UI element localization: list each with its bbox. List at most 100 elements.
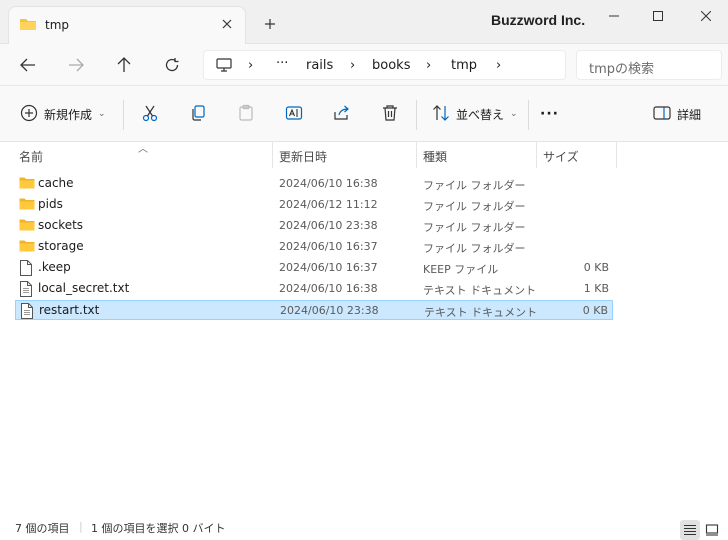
delete-button[interactable] bbox=[381, 102, 399, 126]
more-icon: ··· bbox=[540, 106, 559, 122]
file-name: pids bbox=[38, 197, 63, 211]
scissors-icon bbox=[141, 104, 159, 125]
cut-button[interactable] bbox=[141, 102, 159, 126]
share-button[interactable] bbox=[333, 102, 351, 126]
details-view-button[interactable] bbox=[680, 520, 700, 540]
close-tab-icon[interactable] bbox=[219, 16, 235, 32]
close-window-button[interactable] bbox=[696, 6, 716, 26]
minimize-button[interactable] bbox=[604, 6, 624, 26]
details-pane-button[interactable]: 詳細 bbox=[653, 102, 701, 126]
file-row[interactable]: local_secret.txt 2024/06/10 16:38 テキスト ドキュ… bbox=[15, 279, 613, 299]
tiles-view-button[interactable] bbox=[702, 520, 722, 540]
details-pane-icon bbox=[653, 105, 671, 123]
rename-button[interactable] bbox=[285, 102, 303, 126]
file-row[interactable]: restart.txt 2024/06/10 23:38 テキスト ドキュメント 0 … bbox=[15, 300, 613, 320]
file-icon bbox=[19, 260, 33, 279]
new-button-label: 新規作成 bbox=[44, 107, 93, 122]
file-date: 2024/06/10 16:38 bbox=[279, 282, 378, 295]
plus-circle-icon bbox=[20, 104, 38, 125]
toolbar-divider bbox=[528, 100, 529, 130]
command-bar: 新規作成 ⌄ 並べ替え ⌄ ··· 詳細 bbox=[0, 86, 728, 142]
file-type: テキスト ドキュメント bbox=[423, 284, 537, 297]
sort-button-label: 並べ替え bbox=[456, 107, 505, 122]
file-name: .keep bbox=[38, 260, 71, 274]
paste-button[interactable] bbox=[237, 102, 255, 126]
more-options-button[interactable]: ··· bbox=[540, 102, 559, 126]
file-date: 2024/06/12 11:12 bbox=[279, 198, 378, 211]
computer-icon bbox=[216, 58, 232, 75]
chevron-right-icon: › bbox=[248, 58, 254, 73]
toolbar-divider bbox=[123, 100, 124, 130]
toolbar-divider bbox=[416, 100, 417, 130]
folder-icon bbox=[19, 176, 35, 193]
file-date: 2024/06/10 16:37 bbox=[279, 240, 378, 253]
tab-tmp[interactable]: tmp bbox=[8, 6, 246, 44]
maximize-button[interactable] bbox=[648, 6, 668, 26]
status-divider: | bbox=[79, 520, 83, 533]
details-label: 詳細 bbox=[677, 107, 702, 122]
rename-icon bbox=[285, 104, 303, 125]
file-row[interactable]: pids 2024/06/12 11:12 ファイル フォルダー bbox=[15, 195, 613, 215]
refresh-button[interactable] bbox=[160, 53, 184, 77]
selection-info: 1 個の項目を選択 0 バイト bbox=[91, 522, 226, 535]
status-bar: 7 個の項目 | 1 個の項目を選択 0 バイト bbox=[0, 512, 728, 540]
clipboard-icon bbox=[237, 104, 255, 125]
column-header-date[interactable]: 更新日時 bbox=[273, 142, 417, 168]
file-size: 0 KB bbox=[582, 304, 608, 317]
file-size: 0 KB bbox=[583, 261, 609, 274]
file-name: sockets bbox=[38, 218, 84, 232]
chevron-right-icon[interactable]: › bbox=[496, 58, 501, 73]
breadcrumb-overflow[interactable]: ··· bbox=[276, 56, 288, 71]
forward-button[interactable] bbox=[64, 53, 88, 77]
file-list: ︿ 名前 更新日時 種類 サイズ cache 2024/06/10 16:38 ファ… bbox=[0, 142, 728, 512]
file-name: local_secret.txt bbox=[38, 281, 130, 295]
chevron-down-icon: ⌄ bbox=[98, 109, 106, 119]
share-icon bbox=[333, 104, 351, 125]
sort-icon bbox=[432, 104, 450, 125]
folder-icon bbox=[19, 197, 35, 214]
chevron-down-icon: ⌄ bbox=[510, 109, 518, 119]
file-name: cache bbox=[38, 176, 74, 190]
file-type: ファイル フォルダー bbox=[423, 242, 526, 255]
file-row[interactable]: sockets 2024/06/10 23:38 ファイル フォルダー bbox=[15, 216, 613, 236]
file-date: 2024/06/10 16:38 bbox=[279, 177, 378, 190]
chevron-right-icon: › bbox=[350, 58, 356, 73]
column-header-size[interactable]: サイズ bbox=[537, 142, 617, 168]
item-count: 7 個の項目 bbox=[15, 522, 70, 535]
file-size: 1 KB bbox=[583, 282, 609, 295]
title-bar: tmp Buzzword Inc. bbox=[0, 0, 728, 44]
file-type: ファイル フォルダー bbox=[423, 179, 526, 192]
navigation-bar: › ··· rails › books › tmp › tmpの検索 bbox=[0, 44, 728, 86]
search-input[interactable]: tmpの検索 bbox=[576, 50, 722, 80]
file-type: テキスト ドキュメント bbox=[424, 306, 538, 319]
folder-icon bbox=[19, 218, 35, 235]
file-row[interactable]: storage 2024/06/10 16:37 ファイル フォルダー bbox=[15, 237, 613, 257]
text-file-icon bbox=[20, 303, 34, 322]
tab-title: tmp bbox=[45, 18, 70, 32]
column-header-type[interactable]: 種類 bbox=[417, 142, 537, 168]
file-row[interactable]: cache 2024/06/10 16:38 ファイル フォルダー bbox=[15, 174, 613, 194]
file-date: 2024/06/10 23:38 bbox=[280, 304, 379, 317]
file-date: 2024/06/10 23:38 bbox=[279, 219, 378, 232]
file-type: KEEP ファイル bbox=[423, 263, 499, 276]
sort-button[interactable]: 並べ替え ⌄ bbox=[432, 102, 518, 126]
copy-button[interactable] bbox=[189, 102, 207, 126]
back-button[interactable] bbox=[16, 53, 40, 77]
column-header-name[interactable]: 名前 bbox=[13, 142, 273, 168]
trash-icon bbox=[381, 104, 399, 125]
search-placeholder: tmpの検索 bbox=[589, 62, 655, 77]
copy-icon bbox=[189, 104, 207, 125]
breadcrumb-rails[interactable]: rails bbox=[306, 58, 333, 73]
file-name: storage bbox=[38, 239, 84, 253]
new-button[interactable]: 新規作成 ⌄ bbox=[20, 102, 106, 126]
folder-icon bbox=[19, 17, 37, 34]
file-row[interactable]: .keep 2024/06/10 16:37 KEEP ファイル 0 KB bbox=[15, 258, 613, 278]
breadcrumb-books[interactable]: books bbox=[372, 58, 410, 73]
breadcrumb-tmp[interactable]: tmp bbox=[451, 58, 477, 73]
watermark-logo: Buzzword Inc. bbox=[491, 12, 586, 28]
up-button[interactable] bbox=[112, 53, 136, 77]
file-name: restart.txt bbox=[39, 303, 100, 317]
folder-icon bbox=[19, 239, 35, 256]
new-tab-button[interactable] bbox=[260, 14, 280, 34]
address-bar[interactable]: › ··· rails › books › tmp › bbox=[203, 50, 566, 80]
